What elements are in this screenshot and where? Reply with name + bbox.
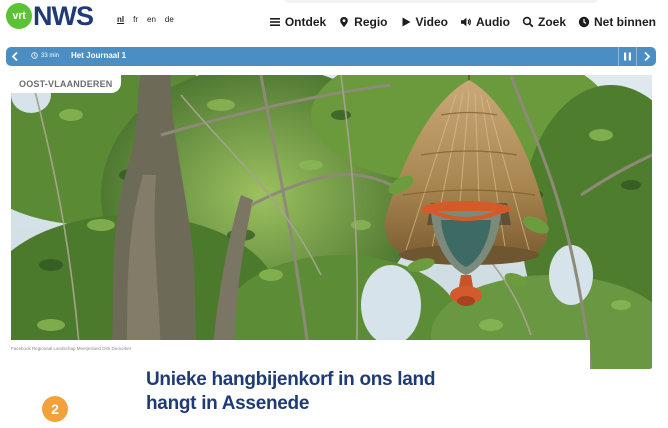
ticker-title[interactable]: Het Journaal 1 — [71, 51, 126, 60]
tree-beehive-illustration — [11, 75, 652, 369]
radio-2-logo-icon: 2 — [42, 396, 68, 422]
region-label[interactable]: OOST-VLAANDEREN — [11, 75, 121, 93]
image-bottom-mask — [0, 340, 590, 370]
lang-en[interactable]: en — [147, 15, 156, 24]
lang-nl[interactable]: nl — [117, 15, 124, 24]
nav-label: Audio — [475, 15, 510, 29]
headline-line-2: hangt in Assenede — [146, 393, 310, 414]
nws-logo-text: NWS — [33, 1, 94, 31]
nav-label: Zoek — [537, 15, 566, 29]
nav-label: Ontdek — [284, 15, 327, 29]
pause-icon[interactable] — [619, 47, 636, 66]
language-switcher: nl fr en de — [117, 15, 174, 24]
play-icon — [402, 17, 411, 27]
speaker-icon — [460, 17, 471, 27]
site-header: vrt NWS nl fr en de Ontdek Regio Video A… — [0, 0, 668, 44]
search-bar-partial[interactable] — [283, 0, 599, 3]
vrt-logo-badge: vrt — [6, 3, 32, 29]
location-pin-icon — [340, 17, 348, 27]
ticker-time-text: 33 min — [41, 52, 60, 59]
main-nav: Ontdek Regio Video Audio Zoek Net binnen — [269, 15, 656, 29]
vrt-nws-logo[interactable]: vrt NWS — [6, 1, 94, 31]
photo-credit: Facebook Regionaal Landschap Meetjesland… — [11, 346, 132, 351]
nav-net-binnen[interactable]: Net binnen — [578, 15, 656, 29]
nav-ontdek[interactable]: Ontdek — [269, 15, 326, 29]
lang-de[interactable]: de — [165, 15, 174, 24]
ticker-timestamp: 33 min — [31, 52, 59, 59]
article-headline[interactable]: Unieke hangbijenkorf in ons land hangt i… — [146, 368, 546, 416]
nav-video[interactable]: Video — [400, 15, 448, 29]
chevron-left-icon[interactable] — [6, 47, 25, 66]
chevron-right-icon[interactable] — [637, 47, 656, 66]
nav-label: Regio — [354, 15, 388, 29]
clock-icon — [31, 52, 38, 59]
nav-audio[interactable]: Audio — [460, 15, 510, 29]
nav-zoek[interactable]: Zoek — [522, 15, 566, 29]
live-ticker-bar[interactable]: 33 min Het Journaal 1 — [6, 47, 656, 66]
search-icon — [522, 16, 534, 28]
menu-icon — [269, 18, 280, 26]
headline-line-1: Unieke hangbijenkorf in ons land — [146, 369, 436, 390]
lang-fr[interactable]: fr — [133, 15, 138, 24]
nav-regio[interactable]: Regio — [338, 15, 388, 29]
article-hero-image[interactable] — [11, 75, 652, 369]
clock-icon — [578, 16, 590, 28]
nav-label: Video — [415, 15, 448, 29]
nav-label: Net binnen — [594, 15, 656, 29]
